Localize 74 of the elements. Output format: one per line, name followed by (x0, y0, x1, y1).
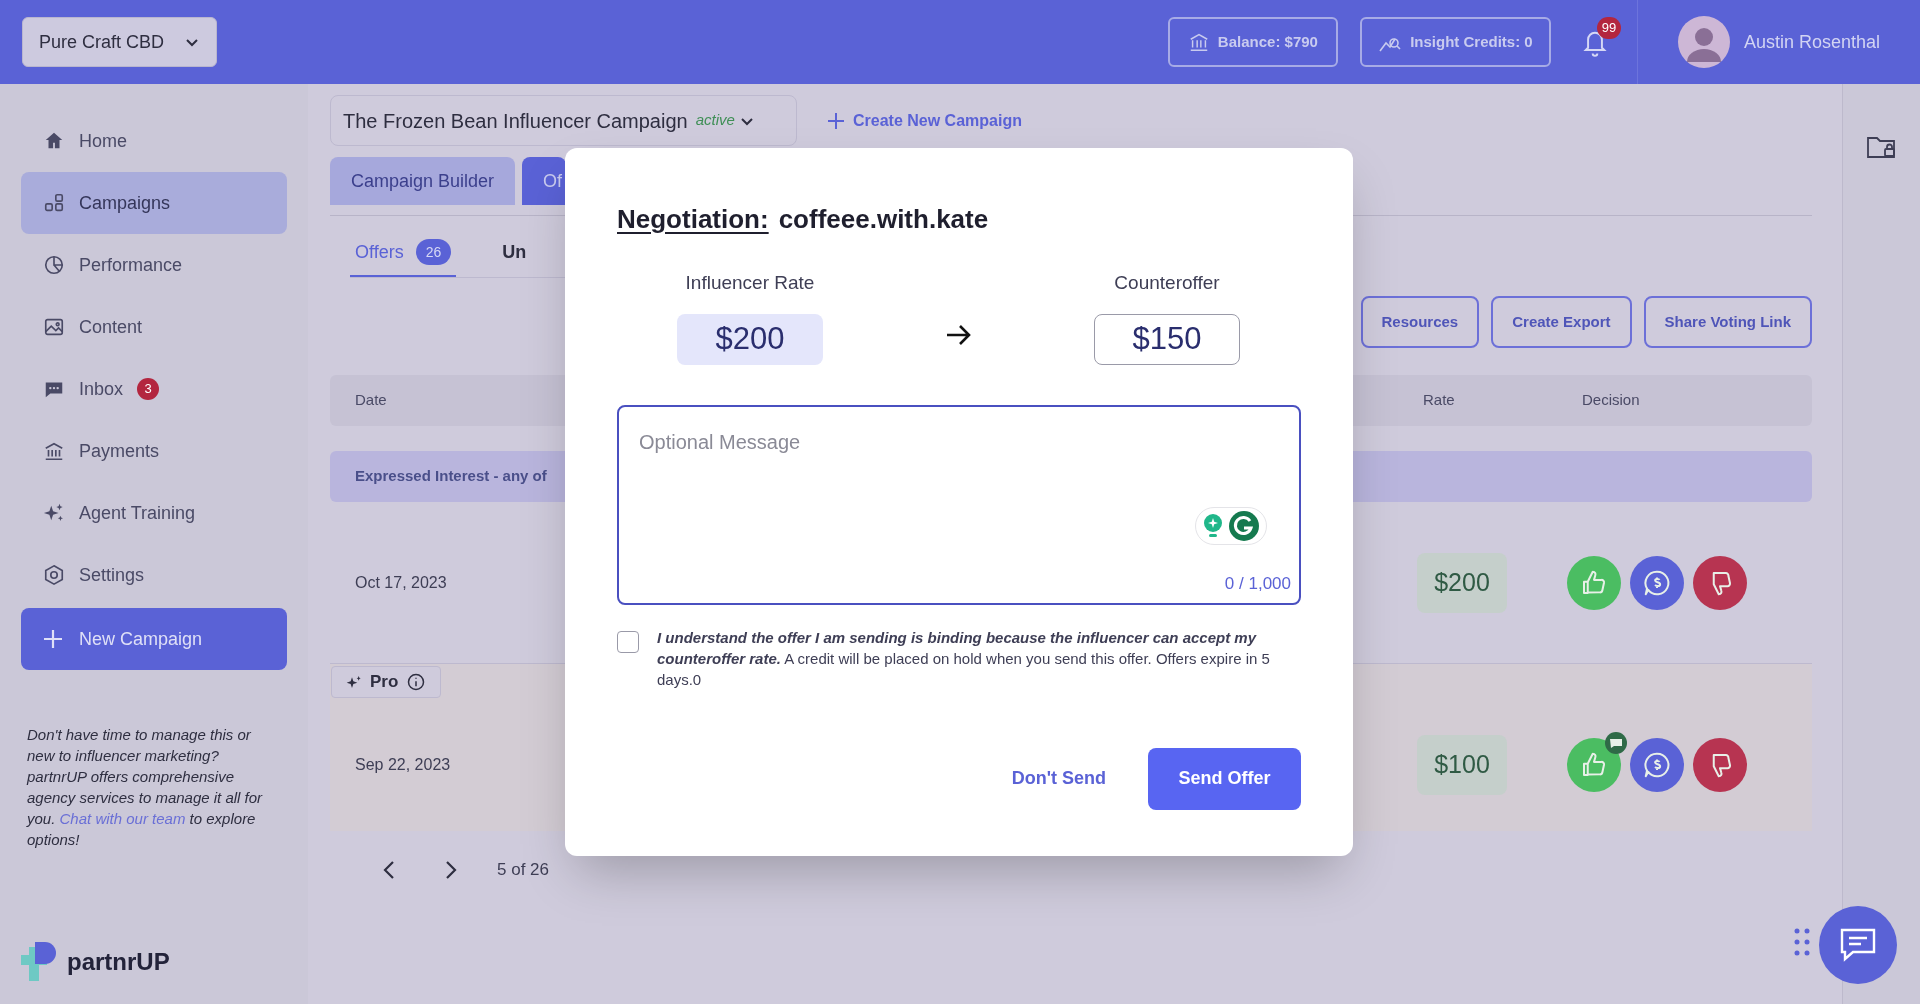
sidebar-item[interactable]: Settings (21, 544, 287, 606)
pie-chart-icon (43, 254, 65, 276)
column-header: Rate (1423, 390, 1456, 411)
send-offer-button[interactable]: Send Offer (1148, 747, 1301, 810)
influencer-rate-value: $200 (677, 313, 823, 365)
subtab[interactable]: Un (502, 229, 527, 277)
column-header: Date (355, 390, 388, 411)
tab[interactable]: Of (522, 157, 567, 205)
reject-button[interactable] (1693, 555, 1747, 610)
action-button[interactable]: Resources (1360, 296, 1480, 348)
avatar-icon[interactable] (1677, 16, 1730, 68)
sidebar-item[interactable]: Payments (21, 420, 287, 482)
group-label: Expressed Interest - any of (355, 466, 547, 487)
count-badge: 3 (137, 378, 160, 400)
image-icon (43, 316, 65, 338)
org-selector[interactable]: Pure Craft CBD (22, 17, 217, 67)
sparkles-icon (346, 674, 362, 690)
info-icon (406, 672, 427, 692)
table-cell-text: Sep 22, 2023 (355, 754, 451, 775)
negotiate-button[interactable] (1630, 737, 1684, 792)
action-button[interactable]: Create Export (1491, 296, 1632, 348)
settings-icon (43, 564, 65, 586)
sparkles-icon (43, 502, 65, 524)
next-page-icon[interactable] (444, 859, 458, 880)
counteroffer-label: Counteroffer (1114, 271, 1220, 295)
counteroffer-field[interactable]: $150 (1094, 313, 1240, 365)
arrow-right-icon (945, 324, 973, 346)
bank-icon (43, 440, 65, 462)
balance-button[interactable]: Balance: $790 (1167, 17, 1338, 67)
dialog-title-label: Negotiation: (617, 203, 769, 236)
chat-link[interactable]: Chat with our team (59, 810, 186, 827)
sidebar-item[interactable]: Campaigns (21, 172, 287, 234)
promo-text: Don't have time to manage this or new to influencer marketing? partnrUP offers comprehensive agency services to manage it all for you. Chat with our team to explore options! (25, 725, 264, 850)
previous-page-icon[interactable] (382, 859, 396, 880)
count-badge: 26 (415, 239, 452, 265)
insight-credits-button[interactable]: Insight Credits: 0 (1359, 17, 1551, 67)
sidebar-item[interactable]: Home (21, 110, 287, 172)
letter-g-icon (1229, 510, 1259, 541)
table-cell-text: Oct 17, 2023 (355, 572, 447, 593)
folder-lock-icon[interactable] (1865, 134, 1898, 160)
notification-badge: 99 (1596, 17, 1621, 39)
column-header: Decision (1582, 390, 1640, 411)
agree-checkbox[interactable] (617, 630, 639, 653)
subtab[interactable]: Offers 26 (350, 229, 457, 277)
influencer-handle: coffeee.with.kate (778, 203, 989, 236)
new-campaign-button[interactable]: New Campaign (21, 608, 287, 670)
agreement-text: I understand the offer I am sending is binding because the influencer can accept my counteroffer rate. A credit will be placed on hold when you send this offer. Offers expire in 5 days.0 (657, 627, 1271, 690)
tab[interactable]: Campaign Builder (330, 157, 516, 205)
status-text: active (695, 110, 735, 131)
action-button[interactable]: Share Voting Link (1643, 296, 1812, 348)
character-count: 0 / 1,000 (1224, 573, 1291, 595)
lightbulb-icon (1203, 512, 1223, 539)
campaign-selector[interactable]: The Frozen Bean Influencer Campaign active (330, 95, 797, 146)
sidebar-item[interactable]: Inbox 3 (21, 358, 287, 420)
plus-icon (827, 111, 845, 130)
pro-badge: Pro (331, 666, 442, 698)
page-indicator: 5 of 26 (497, 859, 549, 881)
drag-handle-icon[interactable] (1794, 928, 1810, 956)
plus-icon (41, 627, 65, 651)
rate-chip: $100 (1417, 734, 1507, 795)
sidebar-item[interactable]: Agent Training (21, 482, 287, 544)
shapes-icon (43, 192, 65, 214)
user-name: Austin Rosenthal (1743, 30, 1880, 54)
reject-button[interactable] (1693, 737, 1747, 792)
sidebar-item[interactable]: Performance (21, 234, 287, 296)
logo-text: partnrUP (67, 947, 170, 977)
sidebar-item[interactable]: Content (21, 296, 287, 358)
create-campaign-link[interactable]: Create New Campaign (827, 108, 1022, 133)
dont-send-button[interactable]: Don't Send (1011, 765, 1106, 792)
influencer-rate-label: Influencer Rate (685, 271, 815, 295)
negotiate-button[interactable] (1630, 555, 1684, 610)
approve-button[interactable] (1567, 737, 1621, 792)
chat-icon (1839, 927, 1877, 963)
rate-chip: $200 (1417, 552, 1507, 613)
